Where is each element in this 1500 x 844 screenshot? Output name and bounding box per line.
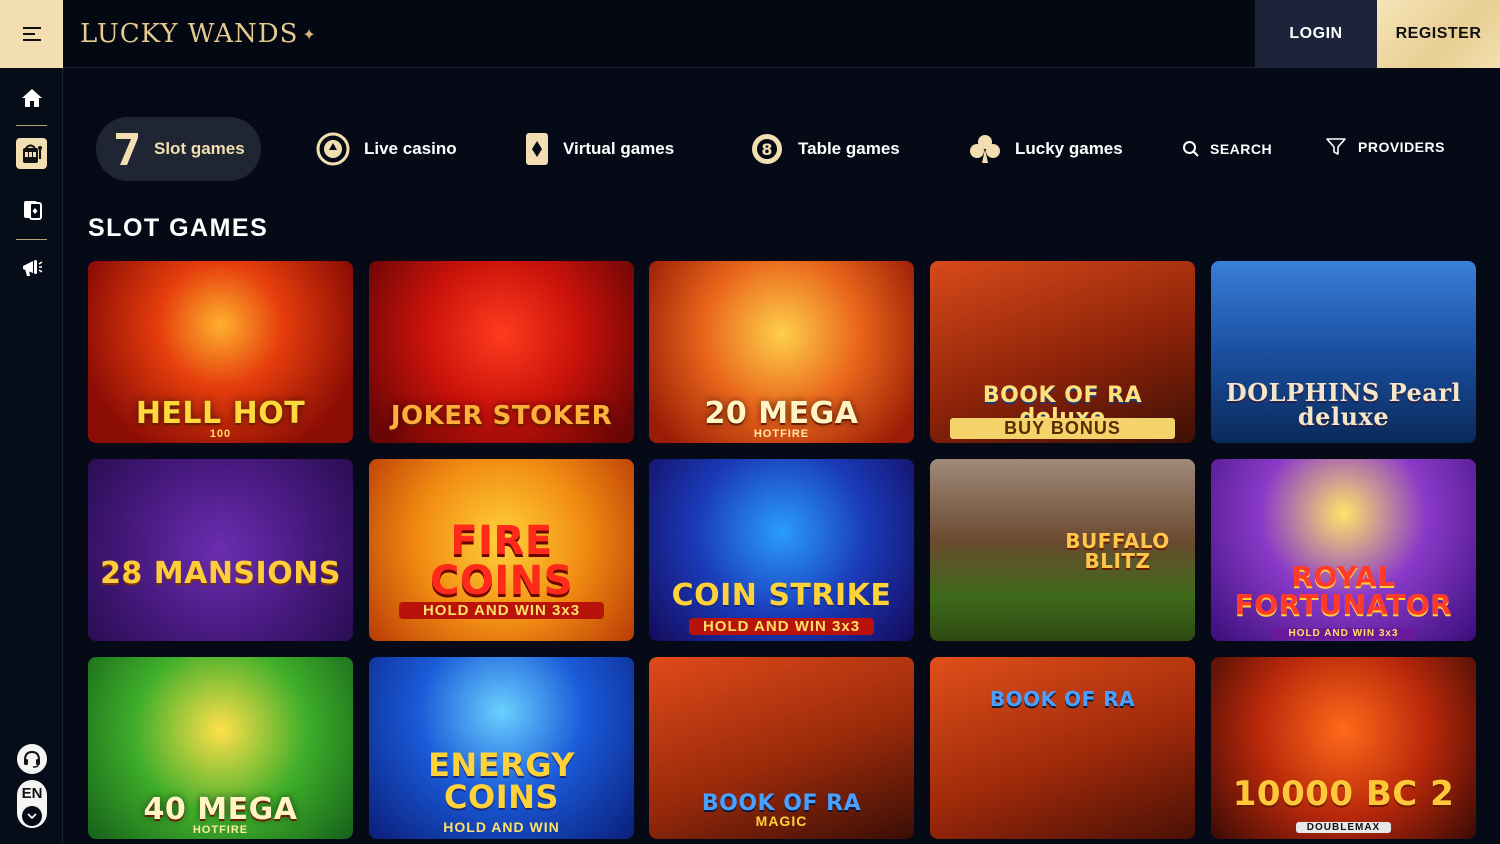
seven-icon: [114, 131, 140, 167]
site-logo[interactable]: LUCKY WANDS ✦: [80, 14, 317, 54]
game-subtitle: DOUBLEMAX: [1296, 822, 1391, 833]
sidebar: EN: [0, 68, 63, 844]
game-tile[interactable]: COIN STRIKE HOLD AND WIN 3x3: [649, 459, 914, 641]
tab-label: Table games: [798, 139, 900, 158]
game-tile[interactable]: JOKER STOKER: [369, 261, 634, 443]
game-tile[interactable]: HELL HOT 100: [88, 261, 353, 443]
game-title: 40 MEGA: [143, 792, 298, 827]
card-diamond-icon: [525, 132, 549, 166]
game-subtitle: HOTFIRE: [192, 824, 249, 836]
game-tile[interactable]: DOLPHINS Pearl deluxe: [1211, 261, 1476, 443]
game-tile[interactable]: BOOK OF RA: [930, 657, 1195, 839]
sidebar-divider: [16, 239, 47, 240]
game-title: DOLPHINS Pearl deluxe: [1225, 378, 1462, 431]
game-subtitle: HOTFIRE: [753, 428, 810, 440]
tab-label: Virtual games: [563, 139, 675, 158]
tab-virtual-games[interactable]: Virtual games: [525, 117, 674, 181]
sidebar-item-cards[interactable]: [16, 194, 47, 225]
game-title: 28 MANSIONS: [100, 556, 341, 591]
ball-eight-icon: 8: [750, 132, 784, 166]
svg-text:8: 8: [761, 140, 772, 159]
search-label: SEARCH: [1210, 141, 1273, 157]
tab-lucky-games[interactable]: Lucky games: [969, 117, 1123, 181]
tab-table-games[interactable]: 8 Table games: [750, 117, 900, 181]
game-title: FIRE COINS: [429, 518, 574, 604]
logo-text: LUCKY WANDS: [80, 19, 299, 49]
game-title: JOKER STOKER: [390, 401, 613, 431]
cards-icon: [23, 200, 42, 220]
game-tile[interactable]: ENERGY COINS HOLD AND WIN: [369, 657, 634, 839]
headset-icon: [24, 750, 40, 768]
search-icon: [1182, 140, 1200, 158]
language-selector[interactable]: EN: [17, 780, 47, 828]
game-title: ENERGY COINS: [428, 746, 575, 816]
home-icon: [21, 88, 42, 107]
game-title: BOOK OF RA: [989, 687, 1136, 711]
game-title: HELL HOT: [135, 396, 306, 431]
tab-label: Lucky games: [1015, 139, 1123, 158]
game-tile[interactable]: 28 MANSIONS: [88, 459, 353, 641]
game-title: 10000 BC 2: [1232, 774, 1455, 814]
game-subtitle: HOLD AND WIN 3x3: [689, 618, 874, 635]
support-button[interactable]: [17, 744, 47, 774]
tab-live-casino[interactable]: Live casino: [316, 117, 457, 181]
clover-icon: [969, 133, 1001, 165]
search-button[interactable]: SEARCH: [1182, 117, 1272, 181]
game-subtitle: HOLD AND WIN 3x3: [399, 602, 604, 619]
top-bar: LUCKY WANDS ✦ LOGIN REGISTER: [0, 0, 1500, 68]
game-subtitle: BUY BONUS: [950, 418, 1175, 439]
filter-icon: [1326, 138, 1346, 156]
hamburger-icon: [22, 27, 41, 41]
game-tile[interactable]: 20 MEGA HOTFIRE: [649, 261, 914, 443]
language-code: EN: [21, 785, 43, 802]
game-subtitle: MAGIC: [755, 813, 808, 829]
game-title: BOOK OF RA: [701, 791, 862, 816]
login-button[interactable]: LOGIN: [1255, 0, 1377, 68]
game-title: BUFFALO BLITZ: [1065, 529, 1170, 573]
game-title: COIN STRIKE: [671, 578, 892, 613]
game-subtitle: 100: [209, 428, 232, 440]
wand-icon: ✦: [302, 24, 317, 44]
game-subtitle: HOLD AND WIN 3x3: [1271, 628, 1416, 639]
game-tile[interactable]: ROYAL FORTUNATOR HOLD AND WIN 3x3: [1211, 459, 1476, 641]
game-title: ROYAL FORTUNATOR: [1234, 560, 1453, 621]
sidebar-item-promotions[interactable]: [16, 252, 47, 283]
tab-slot-games[interactable]: Slot games: [96, 117, 261, 181]
game-title: 20 MEGA: [704, 396, 859, 431]
game-tile[interactable]: BUFFALO BLITZ: [930, 459, 1195, 641]
chip-icon: [316, 132, 350, 166]
slot-machine-icon: [22, 144, 42, 163]
providers-button[interactable]: PROVIDERS: [1326, 115, 1445, 179]
tab-label: Live casino: [364, 139, 457, 158]
game-tile[interactable]: BOOK OF RA deluxe BUY BONUS: [930, 261, 1195, 443]
tab-label: Slot games: [154, 139, 245, 158]
game-tile[interactable]: 40 MEGA HOTFIRE: [88, 657, 353, 839]
sidebar-item-slots[interactable]: [16, 138, 47, 169]
sidebar-item-home[interactable]: [16, 82, 47, 113]
game-tile[interactable]: 10000 BC 2 DOUBLEMAX: [1211, 657, 1476, 839]
register-button[interactable]: REGISTER: [1377, 0, 1500, 68]
game-tile[interactable]: FIRE COINS HOLD AND WIN 3x3: [369, 459, 634, 641]
chevron-down-icon: [22, 806, 42, 826]
game-tile[interactable]: BOOK OF RA MAGIC: [649, 657, 914, 839]
menu-button[interactable]: [0, 0, 63, 68]
megaphone-icon: [22, 259, 42, 276]
sidebar-divider: [16, 125, 47, 126]
providers-label: PROVIDERS: [1358, 139, 1445, 155]
game-subtitle: HOLD AND WIN: [443, 819, 560, 835]
section-title: SLOT GAMES: [88, 214, 269, 242]
